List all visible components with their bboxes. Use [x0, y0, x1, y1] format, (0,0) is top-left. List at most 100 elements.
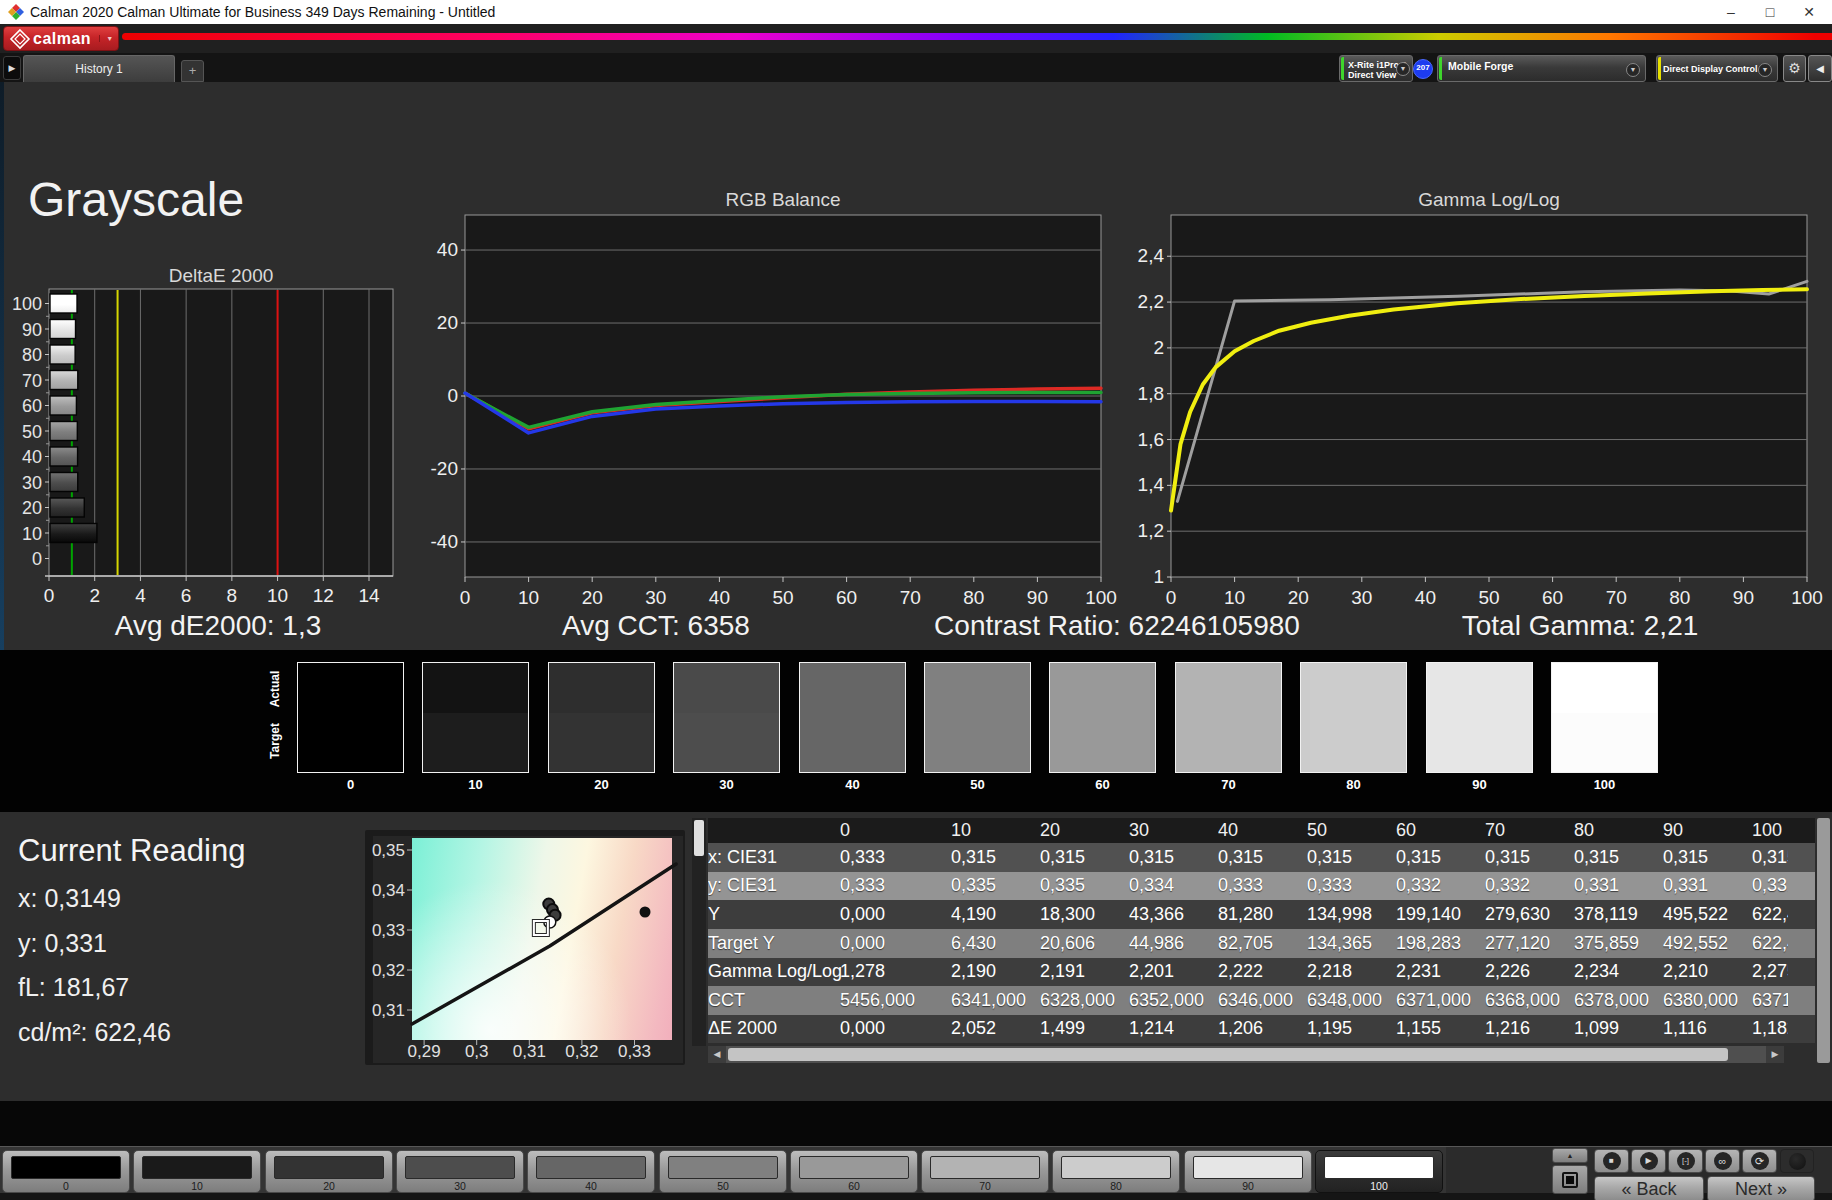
brand-name: calman	[33, 30, 91, 48]
pattern-button-50[interactable]: 50	[659, 1150, 787, 1193]
window-title: Calman 2020 Calman Ultimate for Business…	[30, 4, 495, 20]
swatch-target	[549, 713, 654, 772]
pattern-window-icon	[1562, 1172, 1578, 1188]
table-cell: 0,331	[1574, 875, 1663, 896]
pattern-swatch	[536, 1156, 646, 1179]
pattern-button-100[interactable]: 100	[1315, 1150, 1443, 1193]
pattern-label: 10	[134, 1180, 260, 1192]
pattern-button-10[interactable]: 10	[133, 1150, 261, 1193]
table-cell: 6380,000	[1663, 990, 1752, 1011]
svg-text:Gamma Log/Log: Gamma Log/Log	[1418, 189, 1560, 210]
meter-device-button[interactable]: X-Rite i1Pro 2 Direct View ▼	[1339, 55, 1413, 82]
table-cell: 1,099	[1574, 1018, 1663, 1039]
svg-text:30: 30	[22, 473, 42, 493]
chevron-down-icon[interactable]: ▼	[1626, 63, 1640, 77]
swatch-label: 60	[1049, 777, 1156, 792]
svg-text:100: 100	[12, 294, 42, 314]
pattern-button-20[interactable]: 20	[265, 1150, 393, 1193]
table-hscroll-right-button[interactable]: ▶	[1766, 1046, 1784, 1063]
table-header-cell: 80	[1574, 820, 1663, 841]
svg-text:4: 4	[135, 585, 146, 606]
table-cell: 1,116	[1663, 1018, 1752, 1039]
table-header-cell: 60	[1396, 820, 1485, 841]
table-cell: 0,315	[1129, 847, 1218, 868]
close-button[interactable]: ✕	[1792, 0, 1826, 24]
minimize-button[interactable]: –	[1714, 0, 1748, 24]
pattern-expand-button[interactable]: ▲	[1552, 1148, 1588, 1163]
swatch-label: 40	[799, 777, 906, 792]
table-cell: 0,315	[1574, 847, 1663, 868]
calman-menu-button[interactable]: calman ▼	[3, 26, 119, 51]
maximize-button[interactable]: □	[1753, 0, 1787, 24]
pattern-button-70[interactable]: 70	[921, 1150, 1049, 1193]
collapse-panel-button[interactable]: ◀	[1808, 55, 1832, 82]
svg-text:1,4: 1,4	[1138, 474, 1165, 495]
interval-icon: [-]	[1677, 1152, 1695, 1170]
indicator-circle-icon	[1789, 1153, 1806, 1170]
table-cell: 0,315	[1218, 847, 1307, 868]
pattern-button-60[interactable]: 60	[790, 1150, 918, 1193]
table-cell: 6346,000	[1218, 990, 1307, 1011]
back-button[interactable]: « Back	[1594, 1176, 1704, 1200]
svg-text:40: 40	[709, 587, 730, 608]
pattern-button-80[interactable]: 80	[1052, 1150, 1180, 1193]
table-vscroll-thumb[interactable]	[694, 820, 704, 856]
table-cell: 6371,000	[1396, 990, 1485, 1011]
interval-button[interactable]: [-]	[1668, 1149, 1703, 1173]
stop-button[interactable]: ■	[1594, 1149, 1629, 1173]
app-icon	[8, 4, 24, 20]
table-cell: 0,332	[1396, 875, 1485, 896]
refresh-button[interactable]: ⟳	[1742, 1149, 1777, 1173]
chevron-down-icon[interactable]: ▼	[1396, 62, 1410, 76]
pattern-window-button[interactable]	[1552, 1165, 1588, 1194]
table-cell: 2,218	[1307, 961, 1396, 982]
stat-total-gamma: Total Gamma: 2,21	[1462, 610, 1699, 642]
pattern-button-30[interactable]: 30	[396, 1150, 524, 1193]
calman-window: Calman 2020 Calman Ultimate for Business…	[0, 0, 1832, 1200]
pattern-button-0[interactable]: 0	[2, 1150, 130, 1193]
table-cell: 622,46	[1752, 933, 1788, 954]
loop-infinite-button[interactable]: ∞	[1705, 1149, 1740, 1173]
table-header-cell: 50	[1307, 820, 1396, 841]
swatch-label: 80	[1300, 777, 1407, 792]
table-header-cell: 90	[1663, 820, 1752, 841]
table-cell: 1,216	[1485, 1018, 1574, 1039]
table-header-row: 0102030405060708090100	[708, 818, 1815, 843]
table-header-cell: 100	[1752, 820, 1788, 841]
back-arrow-icon: «	[1621, 1179, 1631, 1199]
add-tab-button[interactable]: +	[181, 60, 204, 82]
meter-count-badge[interactable]: 207	[1413, 59, 1433, 79]
table-cell: 1,195	[1307, 1018, 1396, 1039]
tab-nav-button[interactable]: ▶	[3, 56, 21, 80]
table-cell: 2,201	[1129, 961, 1218, 982]
svg-text:80: 80	[1669, 587, 1690, 608]
swatch-label: 70	[1175, 777, 1282, 792]
pattern-swatch	[930, 1156, 1040, 1179]
table-hscroll-thumb[interactable]	[728, 1048, 1728, 1061]
svg-text:50: 50	[772, 587, 793, 608]
table-cell: 0,000	[840, 904, 951, 925]
table-cell: 0,331	[1752, 875, 1788, 896]
measurement-table: 0102030405060708090100x: CIE310,3330,315…	[690, 818, 1832, 1064]
table-vscrollbar-right[interactable]	[1817, 818, 1830, 1063]
pattern-button-90[interactable]: 90	[1184, 1150, 1312, 1193]
swatch-target	[423, 713, 528, 772]
table-hscroll-left-button[interactable]: ◀	[708, 1046, 726, 1063]
pattern-swatch	[668, 1156, 778, 1179]
svg-text:0,3: 0,3	[465, 1042, 489, 1061]
source-device-button[interactable]: Mobile Forge ▼	[1437, 55, 1646, 82]
pattern-swatch	[1061, 1156, 1171, 1179]
svg-text:2,4: 2,4	[1138, 245, 1165, 266]
next-button[interactable]: Next »	[1707, 1176, 1815, 1200]
display-control-button[interactable]: Direct Display Control ▼	[1656, 55, 1778, 82]
tab-history-1[interactable]: History 1	[23, 55, 175, 82]
swatch-label: 20	[548, 777, 655, 792]
pattern-label: 20	[266, 1180, 392, 1192]
table-cell: 495,522	[1663, 904, 1752, 925]
pattern-button-40[interactable]: 40	[527, 1150, 655, 1193]
settings-button[interactable]: ⚙	[1783, 55, 1806, 82]
chevron-down-icon[interactable]: ▼	[1758, 63, 1772, 77]
play-button[interactable]: ▶	[1631, 1149, 1666, 1173]
pattern-label: 100	[1316, 1180, 1442, 1192]
svg-text:20: 20	[437, 312, 458, 333]
